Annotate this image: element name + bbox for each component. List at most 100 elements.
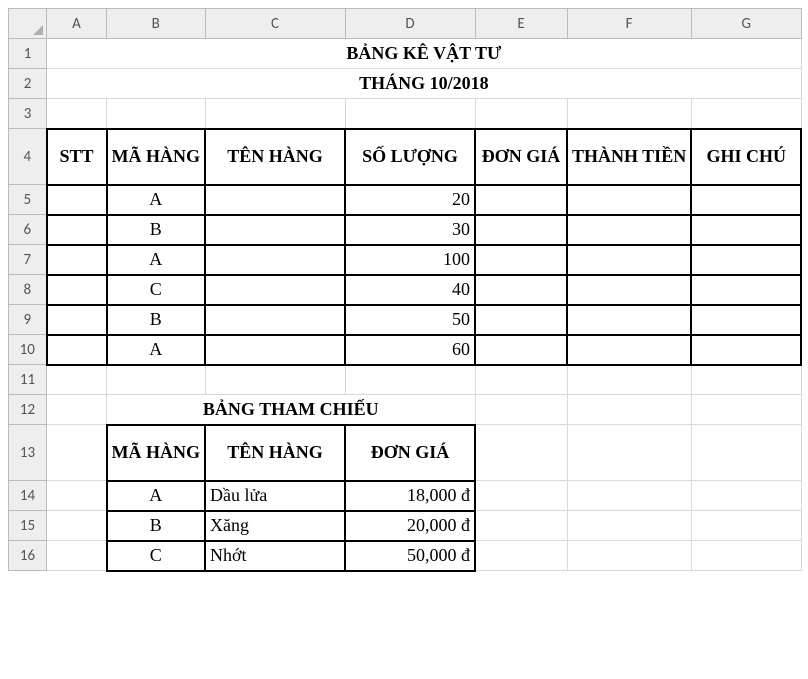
cell[interactable] <box>475 481 567 511</box>
cell[interactable] <box>107 99 206 129</box>
cell[interactable] <box>475 185 567 215</box>
cell[interactable] <box>475 275 567 305</box>
row-header-1[interactable]: 1 <box>9 39 47 69</box>
cell[interactable] <box>47 425 107 481</box>
cell[interactable] <box>47 275 107 305</box>
row-header-16[interactable]: 16 <box>9 541 47 571</box>
hdr-ghi-chu[interactable]: GHI CHÚ <box>691 129 801 185</box>
cell[interactable] <box>691 541 801 571</box>
cell[interactable] <box>567 425 691 481</box>
spreadsheet-grid[interactable]: A B C D E F G 1 BẢNG KÊ VẬT TƯ 2 THÁNG 1… <box>8 8 802 572</box>
cell[interactable] <box>475 99 567 129</box>
ref-hdr-ten[interactable]: TÊN HÀNG <box>205 425 345 481</box>
cell[interactable] <box>475 425 567 481</box>
row-header-3[interactable]: 3 <box>9 99 47 129</box>
ref-ten[interactable]: Xăng <box>205 511 345 541</box>
ref-gia[interactable]: 20,000 đ <box>345 511 475 541</box>
cell[interactable] <box>691 425 801 481</box>
cell[interactable] <box>205 185 345 215</box>
cell[interactable] <box>47 335 107 365</box>
cell[interactable] <box>567 99 691 129</box>
cell[interactable] <box>475 365 567 395</box>
col-header-A[interactable]: A <box>47 9 107 39</box>
hdr-ma-hang[interactable]: MÃ HÀNG <box>107 129 206 185</box>
cell-ma[interactable]: A <box>107 245 206 275</box>
cell[interactable] <box>691 365 801 395</box>
cell-ma[interactable]: B <box>107 305 206 335</box>
cell[interactable] <box>475 305 567 335</box>
cell-sl[interactable]: 100 <box>345 245 475 275</box>
cell[interactable] <box>475 335 567 365</box>
cell[interactable] <box>691 99 801 129</box>
hdr-stt[interactable]: STT <box>47 129 107 185</box>
row-header-4[interactable]: 4 <box>9 129 47 185</box>
cell[interactable] <box>475 215 567 245</box>
col-header-D[interactable]: D <box>345 9 475 39</box>
cell[interactable] <box>475 511 567 541</box>
cell[interactable] <box>107 365 206 395</box>
hdr-so-luong[interactable]: SỐ LƯỢNG <box>345 129 475 185</box>
ref-gia[interactable]: 18,000 đ <box>345 481 475 511</box>
cell[interactable] <box>47 395 107 425</box>
cell-sl[interactable]: 20 <box>345 185 475 215</box>
cell[interactable] <box>691 305 801 335</box>
row-header-15[interactable]: 15 <box>9 511 47 541</box>
cell[interactable] <box>47 511 107 541</box>
cell[interactable] <box>567 275 691 305</box>
ref-ten[interactable]: Nhớt <box>205 541 345 571</box>
cell[interactable] <box>47 365 107 395</box>
cell-sl[interactable]: 50 <box>345 305 475 335</box>
row-header-9[interactable]: 9 <box>9 305 47 335</box>
row-header-6[interactable]: 6 <box>9 215 47 245</box>
hdr-don-gia[interactable]: ĐƠN GIÁ <box>475 129 567 185</box>
cell[interactable] <box>345 365 475 395</box>
cell[interactable] <box>567 365 691 395</box>
cell[interactable] <box>47 99 107 129</box>
cell[interactable] <box>567 541 691 571</box>
ref-hdr-ma[interactable]: MÃ HÀNG <box>107 425 206 481</box>
cell-sl[interactable]: 30 <box>345 215 475 245</box>
ref-ten[interactable]: Dầu lửa <box>205 481 345 511</box>
ref-ma[interactable]: A <box>107 481 206 511</box>
cell[interactable] <box>205 99 345 129</box>
cell-ma[interactable]: A <box>107 185 206 215</box>
cell[interactable] <box>205 275 345 305</box>
row-header-10[interactable]: 10 <box>9 335 47 365</box>
cell[interactable] <box>205 335 345 365</box>
cell[interactable] <box>691 245 801 275</box>
row-header-14[interactable]: 14 <box>9 481 47 511</box>
cell[interactable] <box>691 275 801 305</box>
cell[interactable] <box>47 185 107 215</box>
cell[interactable] <box>567 511 691 541</box>
cell[interactable] <box>691 185 801 215</box>
row-header-12[interactable]: 12 <box>9 395 47 425</box>
sheet-subtitle[interactable]: THÁNG 10/2018 <box>47 69 802 99</box>
cell[interactable] <box>691 511 801 541</box>
row-header-8[interactable]: 8 <box>9 275 47 305</box>
ref-hdr-gia[interactable]: ĐƠN GIÁ <box>345 425 475 481</box>
col-header-C[interactable]: C <box>205 9 345 39</box>
cell-ma[interactable]: A <box>107 335 206 365</box>
cell-ma[interactable]: B <box>107 215 206 245</box>
col-header-E[interactable]: E <box>475 9 567 39</box>
cell-sl[interactable]: 40 <box>345 275 475 305</box>
ref-ma[interactable]: B <box>107 511 206 541</box>
cell[interactable] <box>567 305 691 335</box>
cell[interactable] <box>475 541 567 571</box>
row-header-2[interactable]: 2 <box>9 69 47 99</box>
col-header-F[interactable]: F <box>567 9 691 39</box>
row-header-7[interactable]: 7 <box>9 245 47 275</box>
cell[interactable] <box>691 215 801 245</box>
col-header-B[interactable]: B <box>107 9 206 39</box>
cell[interactable] <box>205 365 345 395</box>
row-header-13[interactable]: 13 <box>9 425 47 481</box>
cell[interactable] <box>345 99 475 129</box>
ref-title[interactable]: BẢNG THAM CHIẾU <box>107 395 476 425</box>
col-header-G[interactable]: G <box>691 9 801 39</box>
cell[interactable] <box>205 215 345 245</box>
cell[interactable] <box>205 305 345 335</box>
cell[interactable] <box>691 335 801 365</box>
cell[interactable] <box>567 335 691 365</box>
row-header-5[interactable]: 5 <box>9 185 47 215</box>
cell[interactable] <box>47 305 107 335</box>
